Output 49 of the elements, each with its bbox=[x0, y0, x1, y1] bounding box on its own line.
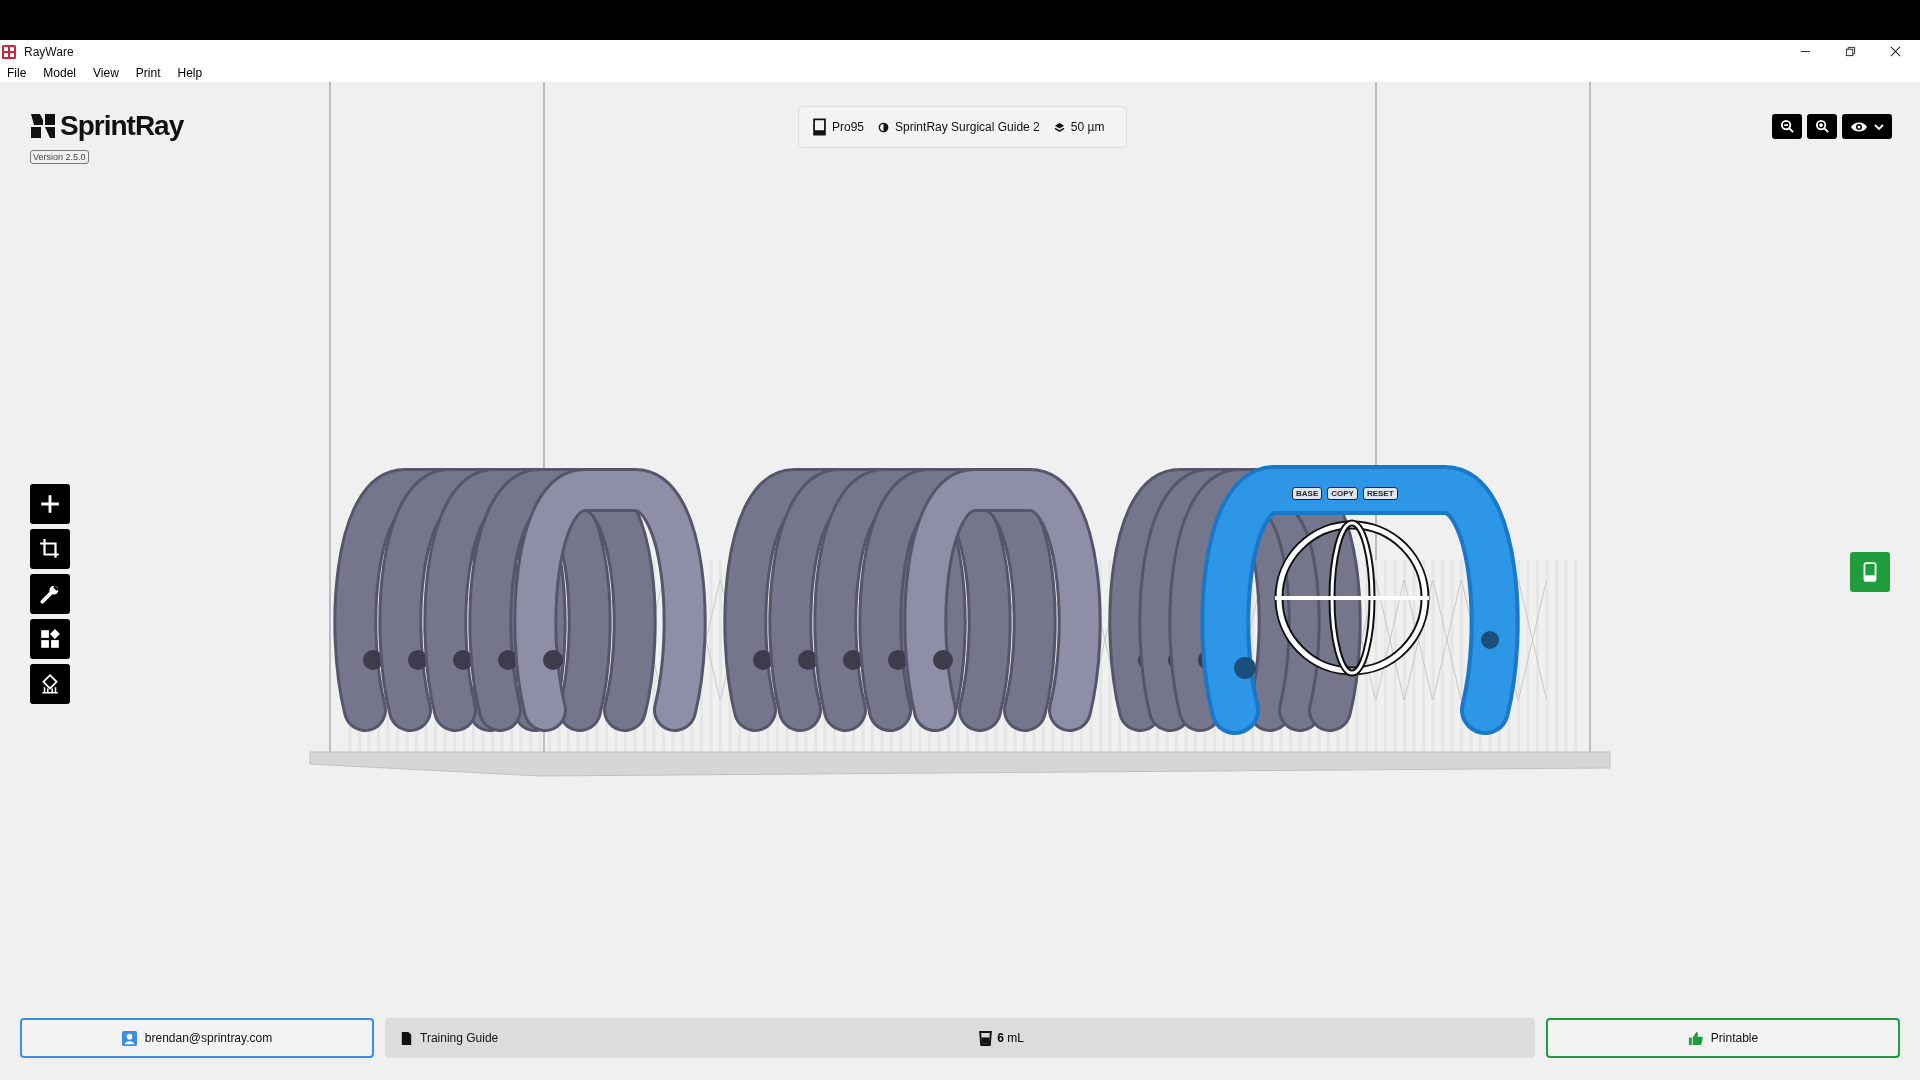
window-title: RayWare bbox=[24, 44, 74, 59]
zoom-out-icon bbox=[1779, 119, 1795, 134]
restore-icon[interactable] bbox=[1845, 46, 1856, 57]
resin-label: SprintRay Surgical Guide 2 bbox=[895, 120, 1040, 134]
user-icon bbox=[121, 1030, 137, 1046]
rotation-gizmo[interactable] bbox=[1274, 519, 1430, 677]
chevron-down-icon bbox=[1874, 123, 1884, 130]
eye-icon bbox=[1850, 120, 1868, 133]
close-icon[interactable] bbox=[1890, 46, 1901, 57]
resin-icon bbox=[878, 121, 890, 133]
account-button[interactable]: brendan@sprintray.com bbox=[20, 1018, 374, 1058]
menu-item[interactable]: Help bbox=[177, 65, 203, 80]
printable-status-button[interactable]: Printable bbox=[1546, 1018, 1900, 1058]
zoom-in-button[interactable] bbox=[1807, 114, 1837, 139]
training-guide-link[interactable]: Training Guide bbox=[399, 1030, 499, 1046]
gizmo-action-button[interactable]: BASE bbox=[1292, 487, 1323, 500]
print-setup-panel[interactable]: Pro95 SprintRay Surgical Guide 2 50 µm bbox=[798, 106, 1128, 148]
plus-icon bbox=[39, 493, 61, 515]
gizmo-action-button[interactable]: COPY bbox=[1327, 487, 1358, 500]
layout-tool-button[interactable] bbox=[30, 619, 70, 659]
thumbs-up-icon bbox=[1687, 1030, 1703, 1046]
menu-item[interactable]: Print bbox=[135, 65, 161, 80]
wrench-tool-button[interactable] bbox=[30, 574, 70, 614]
printer-status-button[interactable] bbox=[1850, 552, 1890, 592]
version-badge: Version 2.5.0 bbox=[30, 150, 89, 164]
resin-tank-icon bbox=[978, 1030, 994, 1046]
surgical-guides-on-supports-drawing[interactable] bbox=[333, 465, 1577, 752]
printer-label: Pro95 bbox=[832, 120, 865, 134]
gizmo-action-button[interactable]: RESET bbox=[1362, 487, 1398, 500]
zoom-in-icon bbox=[1814, 119, 1830, 134]
zoom-out-button[interactable] bbox=[1772, 114, 1802, 139]
crop-tool-button[interactable] bbox=[30, 529, 70, 569]
grid-icon bbox=[39, 628, 61, 650]
printer-icon bbox=[813, 118, 826, 136]
phone-icon bbox=[1863, 562, 1877, 582]
menu-item[interactable]: File bbox=[7, 65, 27, 80]
document-icon bbox=[399, 1030, 414, 1046]
support-tool-button[interactable] bbox=[30, 664, 70, 704]
resin-volume-label: 6 mL bbox=[997, 1031, 1024, 1045]
crop-icon bbox=[39, 538, 61, 560]
layers-icon bbox=[1053, 121, 1065, 133]
menu-item[interactable]: View bbox=[93, 65, 119, 80]
support-icon bbox=[39, 673, 61, 695]
visibility-dropdown[interactable] bbox=[1842, 114, 1892, 139]
menu-item[interactable]: Model bbox=[43, 65, 77, 80]
brand-logo: SprintRay bbox=[30, 110, 184, 142]
layer-height-label: 50 µm bbox=[1070, 120, 1105, 134]
add-model-button[interactable] bbox=[30, 484, 70, 524]
wrench-icon bbox=[39, 583, 61, 605]
